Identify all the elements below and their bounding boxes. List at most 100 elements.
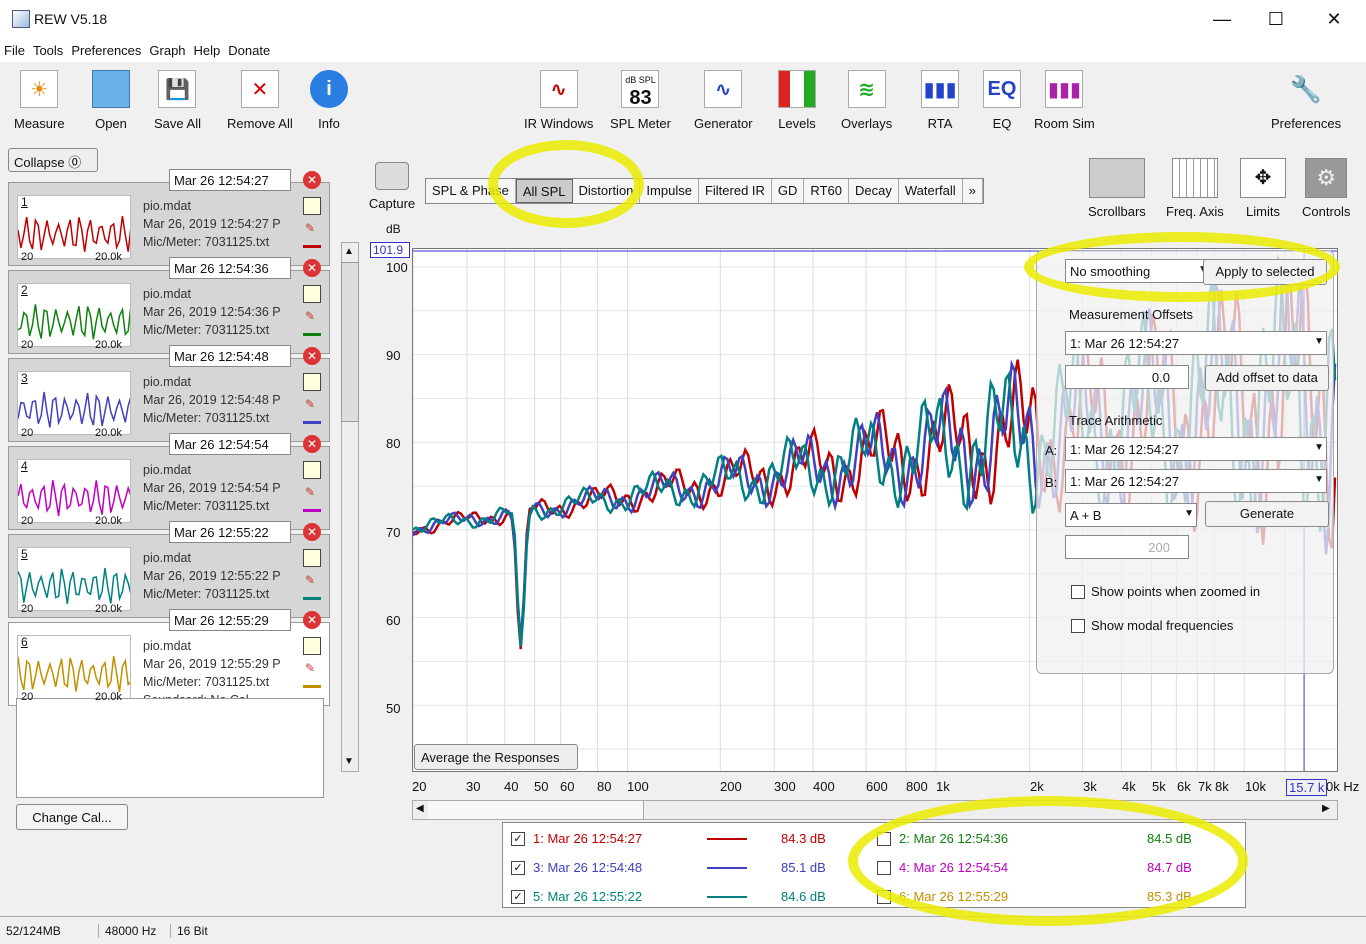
average-responses-button[interactable]: Average the Responses <box>414 744 578 770</box>
legend-checkbox[interactable]: ✓ <box>511 890 525 904</box>
operation-select[interactable]: A + B ▼ <box>1065 503 1197 527</box>
show-modal-checkbox[interactable] <box>1071 619 1085 633</box>
offset-measurement-select[interactable]: 1: Mar 26 12:54:27 ▼ <box>1065 331 1327 355</box>
collapse-button[interactable]: Collapse ⓪ <box>8 148 98 172</box>
legend-checkbox[interactable]: ✓ <box>511 861 525 875</box>
trace-color-swatch[interactable] <box>303 597 321 600</box>
menu-preferences[interactable]: Preferences <box>67 40 145 58</box>
generator-button[interactable]: ∿ Generator <box>694 70 753 131</box>
delete-icon[interactable]: ✕ <box>303 611 321 629</box>
generate-button[interactable]: Generate <box>1205 501 1329 527</box>
scroll-up-icon[interactable]: ▲ <box>344 246 354 257</box>
tab-rt60[interactable]: RT60 <box>804 179 849 203</box>
tab-filtered-ir[interactable]: Filtered IR <box>699 179 772 203</box>
delete-icon[interactable]: ✕ <box>303 435 321 453</box>
measurement-name-input[interactable]: Mar 26 12:55:29 <box>169 609 291 631</box>
legend-checkbox[interactable]: ✓ <box>511 832 525 846</box>
legend-checkbox[interactable] <box>877 861 891 875</box>
notes-box[interactable] <box>16 698 324 798</box>
scrollbars-button[interactable]: Scrollbars <box>1088 158 1146 219</box>
trace-color-swatch[interactable] <box>303 685 321 688</box>
measurement-item[interactable]: 4 20 20.0k Mar 26 12:54:54 ✕ pio.mdat Mar 26, … <box>8 433 330 530</box>
scroll-left-icon[interactable]: ◀ <box>416 803 424 814</box>
measurement-item[interactable]: 1 20 20.0k Mar 26 12:54:27 ✕ pio.mdat Mar 26, … <box>8 169 330 266</box>
show-points-checkbox[interactable] <box>1071 585 1085 599</box>
menu-tools[interactable]: Tools <box>29 40 67 58</box>
measurement-name-input[interactable]: Mar 26 12:54:48 <box>169 345 291 367</box>
trace-a-select[interactable]: 1: Mar 26 12:54:27 ▼ <box>1065 437 1327 461</box>
spl-meter-button[interactable]: dB SPL 83 SPL Meter <box>610 70 671 131</box>
add-offset-button[interactable]: Add offset to data <box>1205 365 1329 391</box>
horizontal-scroll-thumb[interactable] <box>428 801 644 819</box>
scroll-down-icon[interactable]: ▼ <box>344 756 354 767</box>
change-cal-button[interactable]: Change Cal... <box>16 804 128 830</box>
room-sim-button[interactable]: ▮▮▮ Room Sim <box>1034 70 1095 131</box>
close-button[interactable]: ✕ <box>1314 8 1354 30</box>
legend-checkbox[interactable] <box>877 890 891 904</box>
ir-windows-button[interactable]: ∿ IR Windows <box>524 70 593 131</box>
measure-button[interactable]: ☀ Measure <box>14 70 65 131</box>
save-all-button[interactable]: 💾 Save All <box>154 70 201 131</box>
menu-graph[interactable]: Graph <box>145 40 189 58</box>
edit-icon[interactable] <box>303 637 321 655</box>
delete-icon[interactable]: ✕ <box>303 171 321 189</box>
minimize-button[interactable]: — <box>1202 8 1242 30</box>
measurement-item[interactable]: 2 20 20.0k Mar 26 12:54:36 ✕ pio.mdat Mar 26, … <box>8 257 330 354</box>
menu-help[interactable]: Help <box>190 40 225 58</box>
rta-button[interactable]: ▮▮▮ RTA <box>921 70 959 131</box>
capture-button[interactable]: Capture <box>364 162 420 211</box>
measurement-item[interactable]: 6 20 20.0k Mar 26 12:55:29 ✕ pio.mdat Mar 26, … <box>8 609 330 707</box>
delete-icon[interactable]: ✕ <box>303 259 321 277</box>
trace-color-swatch[interactable] <box>303 421 321 424</box>
measurement-name-input[interactable]: Mar 26 12:54:54 <box>169 433 291 455</box>
freq-axis-button[interactable]: Freq. Axis <box>1166 158 1224 219</box>
edit-icon[interactable] <box>303 197 321 215</box>
edit-icon[interactable] <box>303 461 321 479</box>
tab-distortion[interactable]: Distortion <box>573 179 641 203</box>
overlays-button[interactable]: ≋ Overlays <box>841 70 892 131</box>
scroll-right-icon[interactable]: ▶ <box>1322 803 1330 814</box>
measurement-name-input[interactable]: Mar 26 12:54:27 <box>169 169 291 191</box>
smoothing-select[interactable]: No smoothing▼ <box>1065 259 1211 283</box>
apply-to-selected-button[interactable]: Apply to selected <box>1203 259 1327 285</box>
trace-color-swatch[interactable] <box>303 245 321 248</box>
vertical-scroll-thumb[interactable] <box>341 262 359 422</box>
pen-icon[interactable]: ✎ <box>305 309 319 325</box>
edit-icon[interactable] <box>303 373 321 391</box>
offset-value-input[interactable]: 0.0 <box>1065 365 1189 389</box>
pen-icon[interactable]: ✎ <box>305 485 319 501</box>
legend-checkbox[interactable] <box>877 832 891 846</box>
delete-icon[interactable]: ✕ <box>303 523 321 541</box>
trace-color-swatch[interactable] <box>303 509 321 512</box>
tab-impulse[interactable]: Impulse <box>640 179 699 203</box>
trace-color-swatch[interactable] <box>303 333 321 336</box>
pen-icon[interactable]: ✎ <box>305 397 319 413</box>
remove-all-button[interactable]: ✕ Remove All <box>227 70 293 131</box>
controls-button[interactable]: ⚙ Controls <box>1302 158 1350 219</box>
measurement-name-input[interactable]: Mar 26 12:55:22 <box>169 521 291 543</box>
pen-icon[interactable]: ✎ <box>305 661 319 677</box>
eq-button[interactable]: EQ EQ <box>983 70 1021 131</box>
limits-button[interactable]: ✥ Limits <box>1240 158 1286 219</box>
levels-button[interactable]: Levels <box>778 70 816 131</box>
points-input[interactable]: 200 <box>1065 535 1189 559</box>
measurement-name-input[interactable]: Mar 26 12:54:36 <box>169 257 291 279</box>
tab-decay[interactable]: Decay <box>849 179 899 203</box>
measurement-item[interactable]: 3 20 20.0k Mar 26 12:54:48 ✕ pio.mdat Mar 26, … <box>8 345 330 442</box>
tab-all-spl[interactable]: All SPL <box>515 179 573 203</box>
measurement-item[interactable]: 5 20 20.0k Mar 26 12:55:22 ✕ pio.mdat Mar 26, … <box>8 521 330 618</box>
tab-waterfall[interactable]: Waterfall <box>899 179 963 203</box>
menu-donate[interactable]: Donate <box>224 40 274 58</box>
tab-spl-phase[interactable]: SPL & Phase <box>426 179 516 203</box>
trace-b-select[interactable]: 1: Mar 26 12:54:27 ▼ <box>1065 469 1327 493</box>
info-button[interactable]: i Info <box>310 70 348 131</box>
delete-icon[interactable]: ✕ <box>303 347 321 365</box>
edit-icon[interactable] <box>303 285 321 303</box>
maximize-button[interactable]: ☐ <box>1256 8 1296 30</box>
pen-icon[interactable]: ✎ <box>305 573 319 589</box>
tab-more[interactable]: » <box>963 179 983 203</box>
open-button[interactable]: Open <box>92 70 130 131</box>
menu-file[interactable]: File <box>0 40 29 58</box>
tab-gd[interactable]: GD <box>772 179 805 203</box>
pen-icon[interactable]: ✎ <box>305 221 319 237</box>
